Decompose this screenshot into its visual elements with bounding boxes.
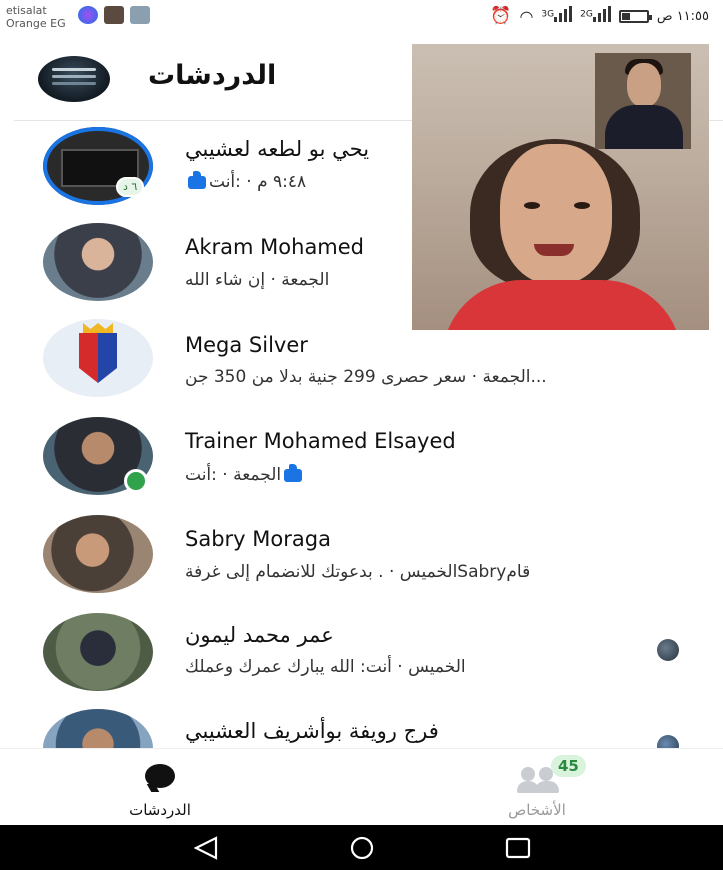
chat-preview: ٩:٤٨ م · :أنت [185,170,306,192]
signal-3g: 3G [541,6,573,26]
remote-person-face [500,144,612,284]
chat-preview: الجمعة · إن شاء الله [185,270,330,290]
photo-notification-icon [104,6,124,24]
messenger-icon [78,6,98,24]
avatar [43,319,153,397]
alarm-icon: ⏰ [490,6,512,26]
avatar [43,613,153,691]
carrier-name-2: Orange EG [6,17,66,30]
chat-preview: الخميس · . بدعوتك للانضمام إلى غرفةSabry… [185,562,531,582]
chat-bubble-icon [145,764,175,788]
read-receipt-avatar [657,735,679,748]
avatar [43,223,153,301]
active-time-badge: ٦ د [116,177,145,197]
chat-row[interactable]: عمر محمد ليمون الخميس · أنت: الله يبارك … [0,601,723,697]
carrier-name-1: etisalat [6,4,47,17]
system-nav-bar [0,825,723,870]
remote-eye-left [524,202,540,209]
chat-name: Mega Silver [185,333,308,357]
tab-chats-label: الدردشات [129,801,191,819]
gallery-icon [130,6,150,24]
chat-name: فرج رويفة بوأشريف العشيبي [185,719,439,743]
remote-eye-right [574,202,590,209]
profile-avatar[interactable] [38,56,110,102]
recents-icon[interactable] [502,835,534,861]
self-body [605,105,683,149]
chat-row[interactable]: فرج رويفة بوأشريف العشيبي [0,697,723,748]
avatar [43,709,153,748]
video-call-overlay[interactable] [412,44,709,330]
like-icon [188,170,206,189]
avatar [43,515,153,593]
chat-preview: الجمعة · :أنت [185,463,305,485]
notification-icons [78,6,150,24]
status-bar: etisalat Orange EG ⏰ ◠ 3G 2G ١١:٥٥ ص [0,0,723,44]
online-indicator [124,469,148,493]
remote-smile [534,244,574,256]
bottom-nav: الدردشات 45 الأشخاص [0,748,723,826]
chat-name: Sabry Moraga [185,527,331,551]
status-indicators: ⏰ ◠ 3G 2G ١١:٥٥ ص [490,6,709,26]
chat-name: Trainer Mohamed Elsayed [185,429,456,453]
chat-preview: الخميس · أنت: الله يبارك عمرك وعملك [185,657,466,677]
tab-people[interactable]: 45 الأشخاص [477,749,597,826]
carrier-label: etisalat Orange EG [6,4,66,30]
people-count-badge: 45 [551,755,586,777]
chat-name: Akram Mohamed [185,235,365,259]
self-view-video[interactable] [595,53,691,149]
tab-chats[interactable]: الدردشات [100,749,220,826]
wifi-icon: ◠ [519,6,534,26]
read-receipt-avatar [657,639,679,661]
chat-name: عمر محمد ليمون [185,623,334,647]
chat-row[interactable]: Trainer Mohamed Elsayed الجمعة · :أنت [0,409,723,505]
like-icon [284,463,303,482]
signal-2g: 2G [580,6,611,26]
page-title: الدردشات [148,60,277,91]
battery-icon [618,9,652,23]
self-face [627,63,661,107]
chat-name: يحي بو لطعه لعشيبي [185,137,370,161]
tab-people-label: الأشخاص [508,801,566,819]
back-icon[interactable] [190,835,222,861]
chat-preview: الجمعة · سعر حصرى 299 جنية بدلا من 350 ج… [185,367,547,387]
chat-row[interactable]: Sabry Moraga الخميس · . بدعوتك للانضمام … [0,505,723,601]
clock: ١١:٥٥ ص [656,8,709,24]
home-icon[interactable] [346,835,378,861]
